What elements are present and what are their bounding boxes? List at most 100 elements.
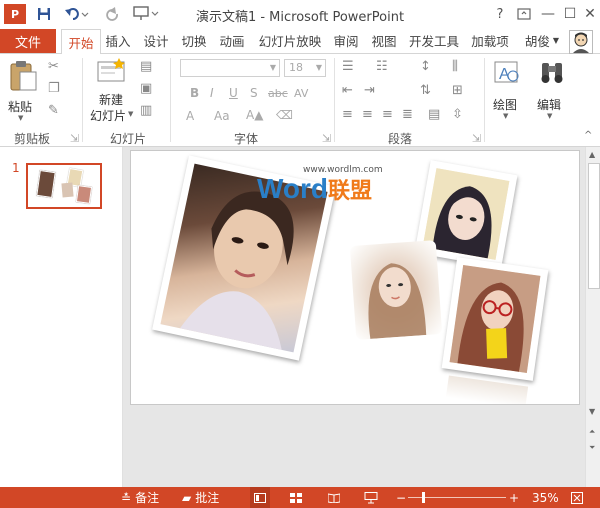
reading-view-icon[interactable] (328, 487, 340, 508)
close-icon[interactable]: ✕ (578, 3, 600, 25)
bold-button[interactable]: B (190, 86, 199, 100)
watermark-logo: Word联盟 (257, 173, 372, 205)
slide-canvas[interactable]: www.wordlm.com Word联盟 (130, 150, 580, 405)
notes-button[interactable]: ≛ 备注 (121, 487, 159, 508)
tab-review[interactable]: 审阅 (329, 29, 363, 52)
convert-smartart-icon[interactable]: ⊞ (452, 84, 463, 97)
slide-thumbnail[interactable] (26, 163, 102, 209)
tab-addins[interactable]: 加载项 (467, 29, 513, 52)
tab-view[interactable]: 视图 (367, 29, 401, 52)
help-icon[interactable]: ? (488, 3, 512, 25)
tab-home[interactable]: 开始 (61, 29, 101, 55)
character-spacing-button[interactable]: AV (294, 87, 308, 100)
increase-indent-icon[interactable]: ⇥ (364, 84, 375, 97)
font-size-combo[interactable]: 18 ▼ (284, 59, 326, 77)
slideshow-view-icon[interactable] (364, 487, 378, 508)
zoom-slider-thumb[interactable] (422, 492, 425, 503)
decrease-indent-icon[interactable]: ⇤ (342, 84, 353, 97)
tab-file[interactable]: 文件 (0, 29, 56, 53)
normal-view-icon[interactable] (250, 487, 270, 508)
text-color-button[interactable]: A (186, 109, 194, 123)
title-bar: P 演示文稿1 - Microsoft PowerPoint ? — ☐ ✕ (0, 0, 600, 29)
section-icon[interactable]: ▥ (140, 104, 152, 117)
watermark-cn: 联盟 (328, 178, 373, 203)
italic-button[interactable]: I (210, 86, 214, 100)
numbering-icon[interactable]: ☷ (376, 60, 388, 73)
scroll-thumb[interactable] (588, 163, 600, 289)
tab-transitions[interactable]: 切换 (177, 29, 211, 52)
thumbnail-photo (61, 182, 74, 198)
zoom-level[interactable]: 35% (532, 487, 559, 508)
tab-insert[interactable]: 插入 (101, 29, 135, 52)
align-left-icon[interactable]: ≡ (342, 108, 353, 121)
group-label-slides: 幻灯片 (110, 132, 147, 146)
bullets-icon[interactable]: ☰ (342, 60, 354, 73)
zoom-in-button[interactable]: + (509, 487, 519, 508)
columns-icon[interactable]: ⫼ (452, 60, 458, 73)
distributed-icon[interactable]: ▤ (428, 108, 440, 121)
drawing-label: 绘图 (493, 98, 518, 112)
group-label-font: 字体 (234, 132, 259, 146)
scroll-down-icon[interactable]: ▼ (589, 407, 595, 416)
justify-icon[interactable]: ≣ (402, 108, 413, 121)
user-account[interactable]: 胡俊 ▼ (520, 29, 564, 52)
comment-icon: ▰ (182, 490, 192, 505)
line-spacing-icon[interactable]: ↕ (420, 60, 431, 73)
collapse-ribbon-icon[interactable]: ^ (584, 130, 592, 141)
drawing-button[interactable]: A 绘图 ▼ (490, 58, 526, 124)
thumbnail-number: 1 (12, 161, 20, 175)
chevron-down-icon: ▼ (128, 110, 134, 118)
minimize-icon[interactable]: — (536, 3, 560, 25)
ribbon-home: 粘贴 ▼ ✂ ❐ ✎ 剪贴板 ⇲ 新建 幻灯片 ▼ ▤ ▣ ▥ 幻灯片 ▼ 18… (0, 54, 600, 147)
comments-button[interactable]: ▰ 批注 (182, 487, 219, 508)
vertical-scrollbar[interactable]: ▲ ▼ ⏶ ⏷ (585, 147, 600, 487)
tab-slideshow[interactable]: 幻灯片放映 (255, 29, 325, 52)
previous-slide-icon[interactable]: ⏶ (589, 427, 595, 437)
clear-format-icon[interactable]: ⌫ (276, 108, 293, 122)
chevron-down-icon: ▼ (18, 114, 24, 122)
avatar[interactable] (569, 30, 593, 54)
group-separator (82, 58, 83, 142)
align-text-icon[interactable]: ⇳ (452, 108, 463, 121)
format-painter-icon[interactable]: ✎ (48, 104, 59, 117)
photo-woman-soft[interactable] (349, 240, 443, 340)
paste-button[interactable]: 粘贴 ▼ (6, 60, 40, 122)
text-direction-icon[interactable]: ⇅ (420, 84, 431, 97)
tab-developer[interactable]: 开发工具 (405, 29, 463, 52)
slide-sorter-icon[interactable] (290, 487, 302, 508)
watermark-word: Word (257, 173, 329, 204)
zoom-slider[interactable] (408, 492, 506, 503)
tab-design[interactable]: 设计 (139, 29, 173, 52)
shadow-button[interactable]: S (250, 86, 258, 100)
strikethrough-button[interactable]: abc (268, 87, 288, 100)
scroll-up-icon[interactable]: ▲ (589, 150, 595, 159)
tab-animations[interactable]: 动画 (215, 29, 249, 52)
new-slide-icon (97, 58, 125, 82)
editing-label: 编辑 (537, 98, 562, 112)
font-size-value: 18 (289, 61, 303, 74)
align-right-icon[interactable]: ≡ (382, 108, 393, 121)
new-slide-button[interactable]: 新建 幻灯片 ▼ (88, 58, 136, 124)
copy-icon[interactable]: ❐ (48, 82, 60, 95)
align-center-icon[interactable]: ≡ (362, 108, 373, 121)
underline-button[interactable]: U (229, 86, 238, 100)
cut-icon[interactable]: ✂ (48, 60, 59, 73)
shapes-icon: A (494, 61, 519, 83)
zoom-out-button[interactable]: − (396, 487, 406, 508)
dialog-launcher-icon[interactable]: ⇲ (70, 132, 79, 145)
layout-icon[interactable]: ▤ (140, 60, 152, 73)
photo-woman-glasses[interactable] (441, 257, 549, 381)
reset-icon[interactable]: ▣ (140, 82, 152, 95)
next-slide-icon[interactable]: ⏷ (589, 443, 595, 453)
paste-icon (10, 61, 37, 91)
editing-button[interactable]: 编辑 ▼ (534, 58, 570, 124)
dialog-launcher-icon[interactable]: ⇲ (472, 132, 481, 145)
dialog-launcher-icon[interactable]: ⇲ (322, 132, 331, 145)
increase-font-icon[interactable]: A▲ (246, 108, 263, 122)
font-name-combo[interactable]: ▼ (180, 59, 280, 77)
ribbon-display-options-icon[interactable] (512, 3, 536, 25)
change-case-button[interactable]: Aa (214, 109, 230, 123)
ribbon-tabs: 文件 开始 插入 设计 切换 动画 幻灯片放映 审阅 视图 开发工具 加载项 胡… (0, 29, 600, 55)
fit-to-window-icon[interactable] (571, 487, 583, 508)
chevron-down-icon: ▼ (503, 112, 509, 120)
